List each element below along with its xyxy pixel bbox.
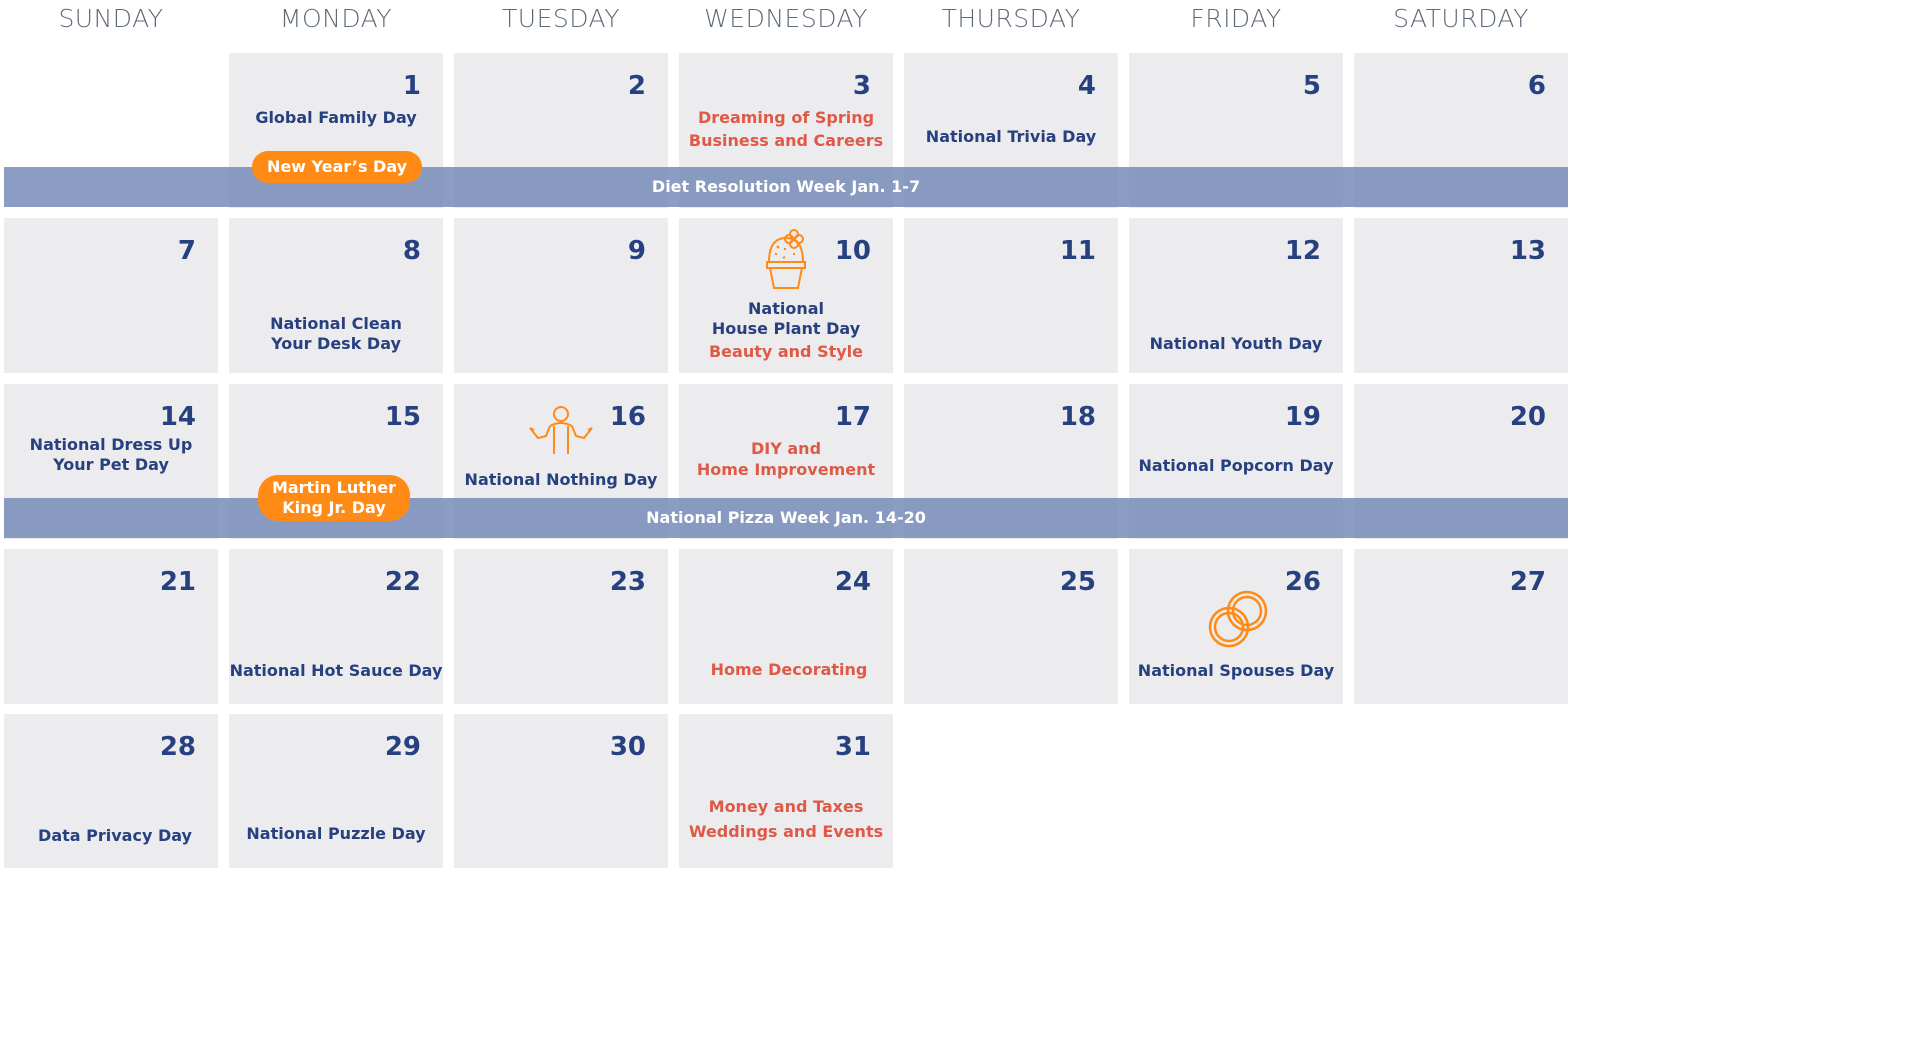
- day-number: 17: [834, 402, 871, 432]
- day-number: 11: [1059, 236, 1096, 266]
- day-cell-25[interactable]: 25: [904, 549, 1118, 704]
- header-thursday: THURSDAY: [941, 4, 1081, 33]
- day-number: 30: [609, 732, 646, 762]
- event-label: Your Desk Day: [271, 334, 401, 353]
- event-label: National Nothing Day: [464, 470, 658, 489]
- event-label: Dreaming of Spring: [697, 108, 875, 127]
- event-label: National Spouses Day: [1137, 661, 1335, 680]
- event-label: Business and Careers: [688, 131, 884, 150]
- day-cell-22[interactable]: 22 National Hot Sauce Day: [229, 549, 443, 704]
- day-number: 7: [177, 236, 196, 266]
- header-monday: MONDAY: [279, 4, 393, 33]
- holiday-pill-mlk[interactable]: Martin Luther King Jr. Day: [258, 475, 410, 521]
- week-band-national-pizza[interactable]: National Pizza Week Jan. 14-20: [4, 498, 1568, 538]
- day-cell-24[interactable]: 24 Home Decorating: [679, 549, 893, 704]
- week-band-diet-resolution[interactable]: Diet Resolution Week Jan. 1-7: [4, 167, 1568, 207]
- day-number: 28: [159, 732, 196, 762]
- event-label: National Trivia Day: [925, 127, 1097, 146]
- day-number: 4: [1077, 71, 1096, 101]
- day-cell-11[interactable]: 11: [904, 218, 1118, 373]
- event-label: National Hot Sauce Day: [229, 661, 443, 680]
- holiday-label: Martin Luther: [271, 478, 397, 497]
- event-label: Global Family Day: [255, 108, 417, 127]
- day-number: 29: [384, 732, 421, 762]
- event-label: Your Pet Day: [53, 455, 169, 474]
- day-number: 13: [1509, 236, 1546, 266]
- day-cell-29[interactable]: 29 National Puzzle Day: [229, 714, 443, 868]
- shrugging-person-icon: [529, 406, 593, 454]
- day-cell-9[interactable]: 9: [454, 218, 668, 373]
- event-label: National Youth Day: [1149, 334, 1323, 353]
- event-label: National Popcorn Day: [1138, 456, 1334, 475]
- day-number: 19: [1284, 402, 1321, 432]
- day-number: 5: [1302, 71, 1321, 101]
- event-label: National: [748, 299, 824, 318]
- day-cell-10[interactable]: 10 National House Plant Day Beauty and S…: [679, 218, 893, 373]
- day-number: 24: [834, 567, 871, 597]
- day-number: 14: [159, 402, 196, 432]
- event-label: Home Decorating: [710, 660, 868, 679]
- header-friday: FRIDAY: [1190, 4, 1282, 33]
- event-label: Beauty and Style: [708, 342, 864, 361]
- day-number: 20: [1509, 402, 1546, 432]
- day-cell-21[interactable]: 21: [4, 549, 218, 704]
- day-number: 16: [609, 402, 646, 432]
- day-number: 3: [852, 71, 871, 101]
- header-tuesday: TUESDAY: [502, 4, 620, 33]
- day-number: 6: [1527, 71, 1546, 101]
- day-cell-23[interactable]: 23: [454, 549, 668, 704]
- day-cell-13[interactable]: 13: [1354, 218, 1568, 373]
- day-number: 10: [834, 236, 871, 266]
- day-number: 15: [384, 402, 421, 432]
- day-cell-8[interactable]: 8 National Clean Your Desk Day: [229, 218, 443, 373]
- day-cell-28[interactable]: 28 Data Privacy Day: [4, 714, 218, 868]
- cactus-plant-icon: [766, 229, 806, 289]
- header-wednesday: WEDNESDAY: [704, 4, 868, 33]
- event-label: Weddings and Events: [688, 822, 884, 841]
- event-label: National Clean: [270, 314, 402, 333]
- event-label: National Puzzle Day: [246, 824, 426, 843]
- day-cell-12[interactable]: 12 National Youth Day: [1129, 218, 1343, 373]
- event-label: National Dress Up: [29, 435, 193, 454]
- day-number: 2: [627, 71, 646, 101]
- day-number: 9: [627, 236, 646, 266]
- day-cell-30[interactable]: 30: [454, 714, 668, 868]
- day-number: 31: [834, 732, 871, 762]
- day-number: 26: [1284, 567, 1321, 597]
- day-cell-7[interactable]: 7: [4, 218, 218, 373]
- holiday-pill-new-year[interactable]: New Year’s Day: [252, 151, 422, 183]
- header-sunday: SUNDAY: [58, 4, 164, 33]
- day-cell-27[interactable]: 27: [1354, 549, 1568, 704]
- day-number: 12: [1284, 236, 1321, 266]
- header-saturday: SATURDAY: [1393, 4, 1529, 33]
- day-cell-26[interactable]: 26 National Spouses Day: [1129, 549, 1343, 704]
- holiday-label: King Jr. Day: [282, 498, 386, 517]
- day-number: 18: [1059, 402, 1096, 432]
- day-number: 22: [384, 567, 421, 597]
- wedding-rings-icon: [1208, 590, 1268, 648]
- event-label: Data Privacy Day: [38, 826, 192, 845]
- day-number: 1: [402, 71, 421, 101]
- event-label: House Plant Day: [711, 319, 861, 338]
- day-cell-31[interactable]: 31 Money and Taxes Weddings and Events: [679, 714, 893, 868]
- day-number: 27: [1509, 567, 1546, 597]
- event-label: Home Improvement: [696, 460, 876, 479]
- event-label: Money and Taxes: [708, 797, 864, 816]
- holiday-label: New Year’s Day: [266, 157, 408, 176]
- day-number: 21: [159, 567, 196, 597]
- day-number: 25: [1059, 567, 1096, 597]
- day-number: 8: [402, 236, 421, 266]
- event-label: DIY and: [750, 439, 822, 458]
- day-number: 23: [609, 567, 646, 597]
